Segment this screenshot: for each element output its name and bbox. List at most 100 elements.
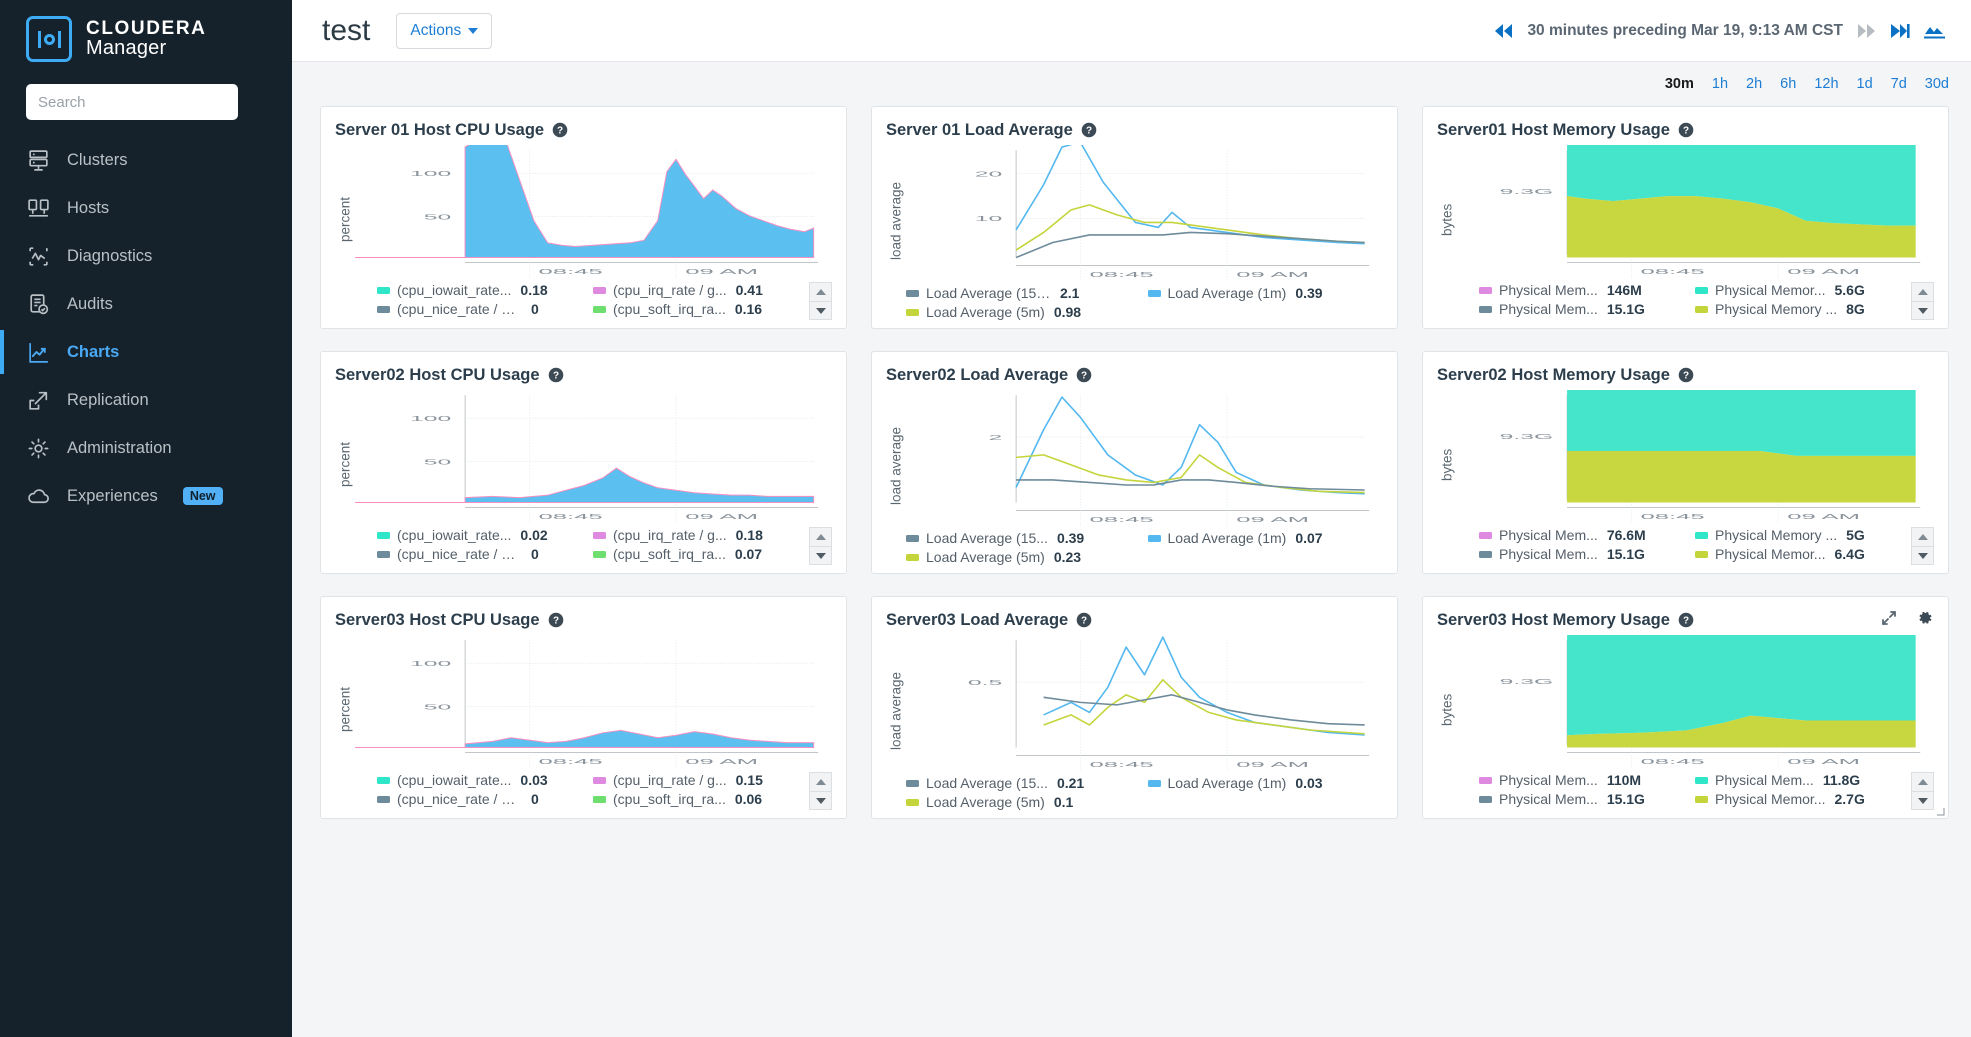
legend-item[interactable]: (cpu_nice_rate / ge... 0 bbox=[377, 546, 587, 562]
legend-item[interactable]: (cpu_nice_rate / ge... 0 bbox=[377, 791, 587, 807]
legend-item[interactable]: Physical Memor... 5.6G bbox=[1695, 282, 1905, 298]
legend-scroll-up-button[interactable] bbox=[1911, 282, 1934, 301]
legend-scroll-spinner[interactable] bbox=[1911, 527, 1934, 565]
legend-scroll-down-button[interactable] bbox=[1911, 791, 1934, 810]
legend-item[interactable]: Physical Memor... 6.4G bbox=[1695, 546, 1905, 562]
legend-item[interactable]: Load Average (15... 0.21 bbox=[906, 775, 1142, 791]
gear-icon[interactable] bbox=[1916, 609, 1934, 632]
legend-item[interactable]: Physical Mem... 11.8G bbox=[1695, 772, 1905, 788]
legend-scroll-up-button[interactable] bbox=[1911, 527, 1934, 546]
plot-canvas[interactable]: 100 50 08:45 09 AM bbox=[355, 390, 832, 523]
legend-item[interactable]: Physical Mem... 15.1G bbox=[1479, 301, 1689, 317]
sidebar-item-diagnostics[interactable]: Diagnostics bbox=[0, 232, 292, 280]
range-option-6h[interactable]: 6h bbox=[1780, 76, 1796, 92]
legend-item[interactable]: (cpu_iowait_rate... 0.18 bbox=[377, 282, 587, 298]
plot-canvas[interactable]: 100 50 08:45 09 AM bbox=[355, 145, 832, 278]
legend-scroll-spinner[interactable] bbox=[809, 772, 832, 810]
range-option-1h[interactable]: 1h bbox=[1712, 76, 1728, 92]
legend-item[interactable]: Physical Memory ... 8G bbox=[1695, 301, 1905, 317]
legend-item[interactable]: Load Average (15... 0.39 bbox=[906, 530, 1142, 546]
legend-scroll-up-button[interactable] bbox=[809, 527, 832, 546]
legend-scroll-down-button[interactable] bbox=[809, 546, 832, 565]
help-icon[interactable]: ? bbox=[548, 367, 564, 383]
sidebar-item-clusters[interactable]: Clusters bbox=[0, 136, 292, 184]
legend-scroll-down-button[interactable] bbox=[1911, 546, 1934, 565]
legend-item[interactable]: (cpu_soft_irq_ra... 0.07 bbox=[593, 546, 803, 562]
legend-item[interactable]: Physical Mem... 146M bbox=[1479, 282, 1689, 298]
range-option-7d[interactable]: 7d bbox=[1891, 76, 1907, 92]
legend-item[interactable]: Load Average (5m) 0.1 bbox=[906, 794, 1142, 810]
legend-item[interactable]: Physical Memory ... 5G bbox=[1695, 527, 1905, 543]
legend-value: 15.1G bbox=[1606, 301, 1645, 317]
legend-scroll-down-button[interactable] bbox=[1911, 301, 1934, 320]
sidebar-item-replication[interactable]: Replication bbox=[0, 376, 292, 424]
help-icon[interactable]: ? bbox=[552, 122, 568, 138]
help-icon[interactable]: ? bbox=[1678, 612, 1694, 628]
legend-scroll-spinner[interactable] bbox=[809, 527, 832, 565]
range-option-30d[interactable]: 30d bbox=[1925, 76, 1949, 92]
legend-item[interactable]: (cpu_nice_rate / ge... 0 bbox=[377, 301, 587, 317]
legend-item[interactable]: (cpu_irq_rate / g... 0.15 bbox=[593, 772, 803, 788]
legend-item[interactable]: Physical Mem... 15.1G bbox=[1479, 546, 1689, 562]
legend-item[interactable]: Load Average (5m) 0.98 bbox=[906, 304, 1142, 320]
legend-scroll-spinner[interactable] bbox=[1911, 282, 1934, 320]
legend-item[interactable]: Load Average (5m) 0.23 bbox=[906, 549, 1142, 565]
legend-item[interactable]: Physical Memor... 2.7G bbox=[1695, 791, 1905, 807]
legend-label: (cpu_irq_rate / g... bbox=[613, 772, 727, 788]
legend-scroll-up-button[interactable] bbox=[1911, 772, 1934, 791]
plot-canvas[interactable]: 9.3G 08:45 09 AM bbox=[1457, 635, 1934, 768]
sidebar-item-administration[interactable]: Administration bbox=[0, 424, 292, 472]
plot-canvas[interactable]: 9.3G 08:45 09 AM bbox=[1457, 145, 1934, 278]
legend-item[interactable]: Load Average (1m) 0.03 bbox=[1147, 775, 1384, 791]
help-icon[interactable]: ? bbox=[548, 612, 564, 628]
rewind-double-left-icon[interactable] bbox=[1493, 22, 1515, 40]
legend-item[interactable]: Load Average (1m) 0.07 bbox=[1147, 530, 1384, 546]
range-option-1d[interactable]: 1d bbox=[1857, 76, 1873, 92]
help-icon[interactable]: ? bbox=[1081, 122, 1097, 138]
chart-view-icon[interactable] bbox=[1923, 21, 1947, 40]
sidebar-item-hosts[interactable]: Hosts bbox=[0, 184, 292, 232]
plot-canvas[interactable]: 20 10 08:45 09 AM bbox=[906, 145, 1383, 281]
range-option-2h[interactable]: 2h bbox=[1746, 76, 1762, 92]
legend-item[interactable]: (cpu_irq_rate / g... 0.18 bbox=[593, 527, 803, 543]
legend-scroll-spinner[interactable] bbox=[1911, 772, 1934, 810]
plot-canvas[interactable]: 100 50 08:45 09 AM bbox=[355, 635, 832, 768]
range-option-30m[interactable]: 30m bbox=[1665, 76, 1694, 92]
plot-canvas[interactable]: 9.3G 08:45 09 AM bbox=[1457, 390, 1934, 523]
legend-item[interactable]: Load Average (1m) 0.39 bbox=[1147, 285, 1384, 301]
forward-double-right-icon[interactable] bbox=[1855, 22, 1877, 40]
legend-item[interactable]: (cpu_soft_irq_ra... 0.16 bbox=[593, 301, 803, 317]
legend-scroll-spinner[interactable] bbox=[809, 282, 832, 320]
brand[interactable]: CLOUDERA Manager bbox=[0, 0, 292, 62]
legend-scroll-down-button[interactable] bbox=[809, 791, 832, 810]
help-icon[interactable]: ? bbox=[1076, 367, 1092, 383]
help-icon[interactable]: ? bbox=[1076, 612, 1092, 628]
plot-canvas[interactable]: 2 08:45 09 AM bbox=[906, 390, 1383, 526]
chevron-up-icon bbox=[815, 534, 826, 540]
help-icon[interactable]: ? bbox=[1678, 367, 1694, 383]
range-option-12h[interactable]: 12h bbox=[1814, 76, 1838, 92]
actions-button[interactable]: Actions bbox=[396, 12, 493, 49]
skip-to-end-icon[interactable] bbox=[1889, 22, 1911, 40]
sidebar-item-experiences[interactable]: Experiences New bbox=[0, 472, 292, 520]
sidebar-item-audits[interactable]: Audits bbox=[0, 280, 292, 328]
resize-grip[interactable] bbox=[1936, 807, 1945, 816]
legend-item[interactable]: (cpu_iowait_rate... 0.03 bbox=[377, 772, 587, 788]
legend-item[interactable]: Physical Mem... 76.6M bbox=[1479, 527, 1689, 543]
help-icon[interactable]: ? bbox=[1678, 122, 1694, 138]
plot-canvas[interactable]: 0.5 08:45 09 AM bbox=[906, 635, 1383, 771]
legend-item[interactable]: (cpu_soft_irq_ra... 0.06 bbox=[593, 791, 803, 807]
search-input[interactable] bbox=[26, 84, 238, 120]
legend-item[interactable]: Physical Mem... 110M bbox=[1479, 772, 1689, 788]
legend-item[interactable]: (cpu_irq_rate / g... 0.41 bbox=[593, 282, 803, 298]
sidebar-item-charts[interactable]: Charts bbox=[0, 328, 292, 376]
legend-item[interactable]: Load Average (15m) 2.1 bbox=[906, 285, 1142, 301]
expand-icon[interactable] bbox=[1880, 609, 1898, 632]
legend-item[interactable]: Physical Mem... 15.1G bbox=[1479, 791, 1689, 807]
legend-item[interactable]: (cpu_iowait_rate... 0.02 bbox=[377, 527, 587, 543]
legend-scroll-up-button[interactable] bbox=[809, 282, 832, 301]
legend-scroll-down-button[interactable] bbox=[809, 301, 832, 320]
charts-grid: Server 01 Host CPU Usage ? percent 100 50… bbox=[292, 106, 1971, 1037]
legend-scroll-up-button[interactable] bbox=[809, 772, 832, 791]
chart-legend: Load Average (15m) 2.1 Load Average (1m)… bbox=[886, 281, 1383, 328]
